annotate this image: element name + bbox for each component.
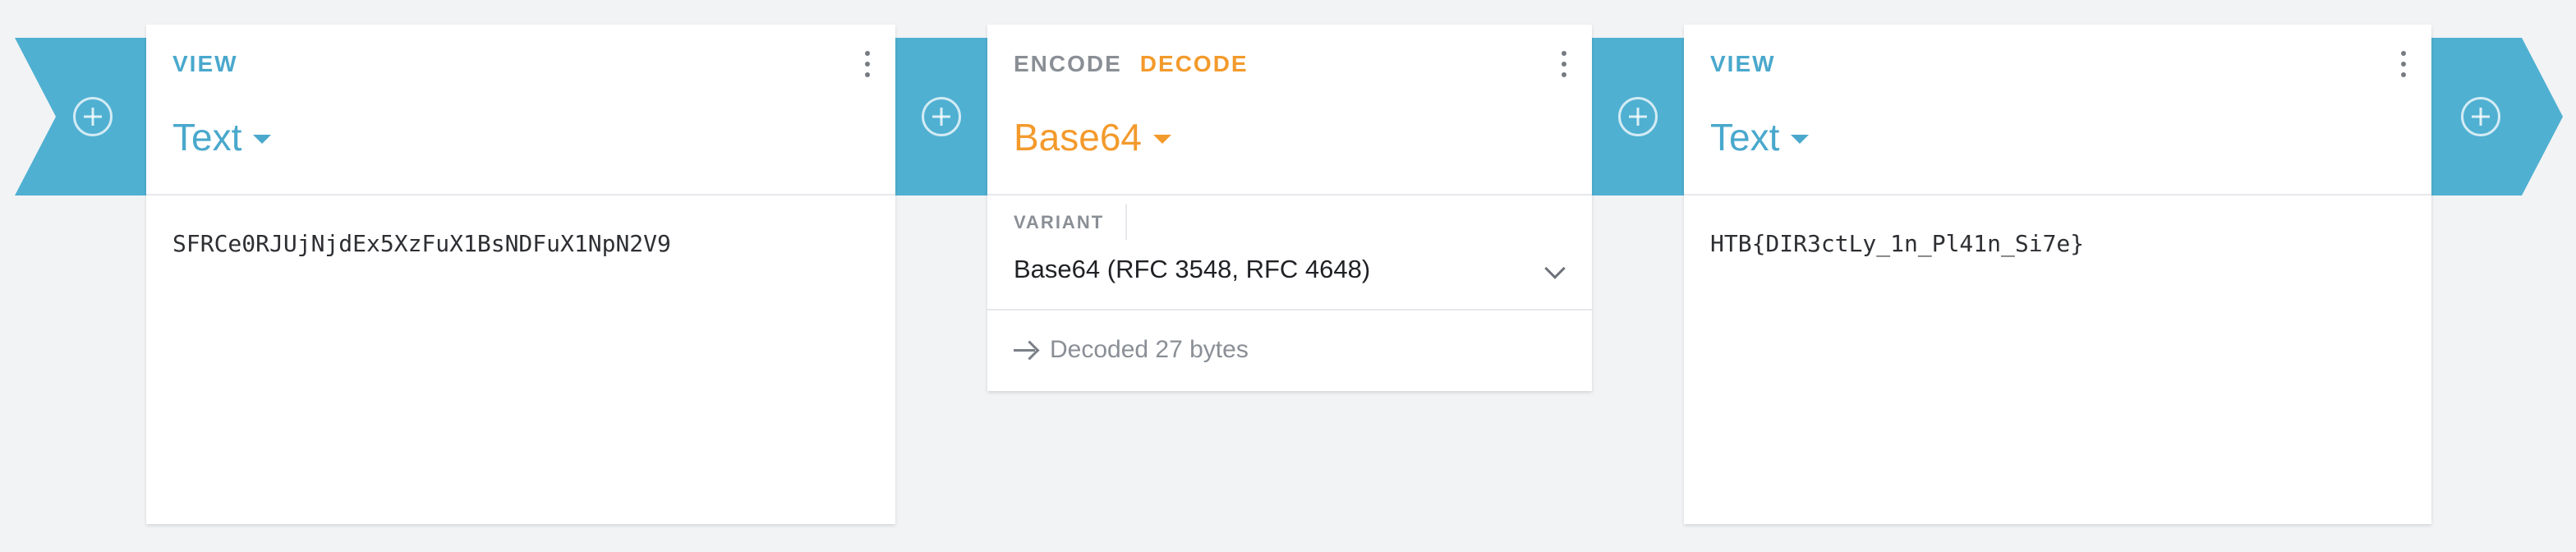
add-circle-icon[interactable] (2461, 97, 2500, 136)
caret-down-icon[interactable] (1791, 134, 1810, 144)
add-operation-connector-2[interactable] (1592, 38, 1684, 196)
variant-select[interactable]: VARIANT Base64 (RFC 3548, RFC 4648) (987, 196, 1592, 310)
format-title[interactable]: Text (172, 115, 242, 159)
output-text-area[interactable]: HTB{DIR3ctLy_1n_Pl41n_Si7e} (1684, 196, 2431, 292)
caret-down-icon[interactable] (1153, 134, 1172, 144)
tab-view[interactable]: VIEW (1710, 51, 1776, 77)
chevron-down-icon[interactable] (1544, 258, 1566, 279)
operation-card: ENCODE DECODE Base64 VARIANT Base64 (RFC… (987, 25, 1592, 391)
arrow-right-icon (1014, 342, 1038, 358)
card-tabs: ENCODE DECODE (1014, 48, 1566, 80)
add-circle-icon[interactable] (1618, 97, 1658, 136)
tab-view[interactable]: VIEW (172, 51, 238, 77)
card-tabs: VIEW (1710, 48, 2405, 80)
operation-title[interactable]: Base64 (1014, 115, 1142, 159)
card-header: VIEW Text (146, 25, 895, 196)
add-operation-connector-start[interactable] (15, 38, 146, 196)
caret-down-icon[interactable] (253, 134, 272, 144)
format-title[interactable]: Text (1710, 115, 1779, 159)
input-text-area[interactable]: SFRCe0RJUjNjdEx5XzFuX1BsNDFuX1NpN2V9 (146, 196, 895, 292)
card-header: ENCODE DECODE Base64 (987, 25, 1592, 196)
status-text: Decoded 27 bytes (1050, 336, 1249, 363)
add-circle-icon[interactable] (73, 97, 113, 136)
input-view-card: VIEW Text SFRCe0RJUjNjdEx5XzFuX1BsNDFuX1… (146, 25, 895, 524)
more-vert-icon[interactable] (2400, 51, 2407, 77)
card-header: VIEW Text (1684, 25, 2431, 196)
add-circle-icon[interactable] (922, 97, 961, 136)
divider (1125, 204, 1127, 240)
add-operation-connector-end[interactable] (2431, 38, 2563, 196)
variant-label: VARIANT (1014, 212, 1105, 232)
tab-decode[interactable]: DECODE (1140, 51, 1249, 77)
more-vert-icon[interactable] (1561, 51, 1567, 77)
more-vert-icon[interactable] (864, 51, 871, 77)
add-operation-connector-1[interactable] (895, 38, 987, 196)
status-bar: Decoded 27 bytes (987, 310, 1592, 389)
operation-selector[interactable]: Base64 (1014, 115, 1566, 159)
format-selector[interactable]: Text (172, 115, 869, 159)
output-view-card: VIEW Text HTB{DIR3ctLy_1n_Pl41n_Si7e} (1684, 25, 2431, 524)
tab-encode[interactable]: ENCODE (1014, 51, 1122, 77)
format-selector[interactable]: Text (1710, 115, 2405, 159)
card-tabs: VIEW (172, 48, 869, 80)
variant-value[interactable]: Base64 (RFC 3548, RFC 4648) (1014, 255, 1370, 284)
